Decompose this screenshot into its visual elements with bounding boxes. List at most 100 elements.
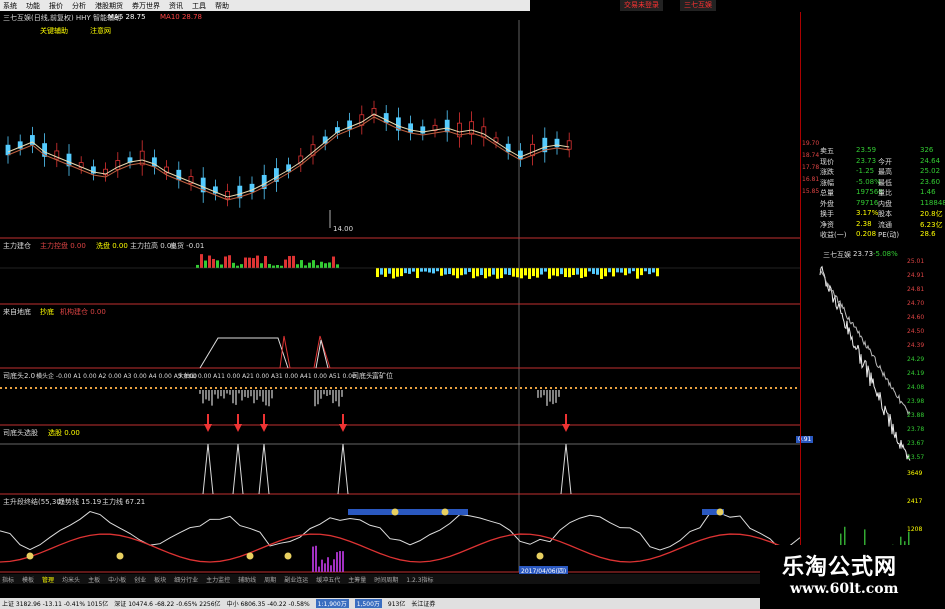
capital-bar <box>532 268 535 277</box>
quote-k: 净资 <box>820 220 834 229</box>
capital-bar <box>568 268 571 278</box>
candle-body <box>225 190 231 200</box>
intraday-price-tick: 23.78 <box>907 426 925 433</box>
quote-k: 外盘 <box>820 199 834 208</box>
signal-arrows <box>204 414 570 432</box>
capital-bar <box>644 268 647 272</box>
indicator-tab[interactable]: 板块 <box>154 575 166 584</box>
capital-bar <box>300 260 303 268</box>
indicator-tab[interactable]: 辅助线 <box>238 575 256 584</box>
capital-bar <box>212 258 215 268</box>
capital-bar <box>408 268 411 274</box>
intraday-price-tick: 23.67 <box>907 440 925 447</box>
capital-bar <box>288 256 291 268</box>
purple-bar <box>327 557 329 572</box>
arrow-head <box>260 424 268 432</box>
indicator-tab[interactable]: 时间周期 <box>374 575 398 584</box>
indicator-tab[interactable]: 指标 <box>2 575 14 584</box>
indicator-tab[interactable]: 创业 <box>134 575 146 584</box>
capital-bar <box>316 265 319 268</box>
quote-n: 23.60 <box>920 177 941 186</box>
capital-bar <box>384 268 387 277</box>
quote-k: 收益(一) <box>820 231 847 239</box>
capital-bar <box>208 255 211 268</box>
p4-params2: 大抽山 0.00 A11 0.00 A21 0.00 A31 0.00 A41 … <box>178 373 356 380</box>
capital-bar <box>588 268 591 272</box>
capital-bar <box>480 268 483 275</box>
quote-k: 卖五 <box>820 147 834 155</box>
quote-k: 涨跌 <box>820 168 834 176</box>
capital-bar <box>604 268 607 277</box>
indicator-tab[interactable]: 缓冲五代 <box>316 575 340 584</box>
quote-v2: 流通 <box>878 220 892 229</box>
intraday-price-tick: 24.81 <box>907 286 925 293</box>
capital-bar <box>552 268 555 276</box>
p3-bottom: 抄底 <box>40 308 54 316</box>
watermark-cn: 乐淘公式网 <box>782 554 898 580</box>
capital-bar <box>260 263 263 268</box>
capital-bar <box>388 268 391 274</box>
quote-v: 3.17% <box>856 209 879 217</box>
indicator-tab[interactable]: 管理 <box>42 575 54 584</box>
capital-bar <box>592 268 595 274</box>
capital-bar <box>396 268 399 277</box>
capital-bar <box>556 268 559 277</box>
capital-bar <box>424 268 427 272</box>
indicator-tab[interactable]: 主板 <box>88 575 100 584</box>
quote-k: 换手 <box>820 210 834 218</box>
intraday-price-tick: 24.91 <box>907 272 925 279</box>
capital-bar <box>612 268 615 277</box>
quote-k: 总量 <box>820 189 834 197</box>
p2-wash: 洗盘 0.00 <box>96 242 128 250</box>
intraday-price-tick: 24.19 <box>907 370 925 377</box>
quote-n: 25.02 <box>920 167 941 175</box>
capital-bar <box>648 268 651 275</box>
capital-bar <box>308 262 311 268</box>
quote-v: 23.73 <box>856 156 877 165</box>
capital-bar <box>448 268 451 275</box>
indicator-tab[interactable]: 均米头 <box>62 575 80 584</box>
capital-bar <box>528 268 531 279</box>
sz-index[interactable]: 深证 10474.6 -68.22 -0.65% 2256亿 <box>114 599 220 608</box>
capital-bar <box>628 268 631 274</box>
capital-bar <box>580 268 583 279</box>
indicator-tab[interactable]: 模板 <box>22 575 34 584</box>
quote-v2: PE(动) <box>878 231 900 239</box>
candle-body <box>5 144 11 156</box>
indicator-tab[interactable]: 主力监控 <box>206 575 230 584</box>
indicator-tab[interactable]: 主筹量 <box>348 575 366 584</box>
intraday-avg-line <box>819 269 911 416</box>
purple-bar <box>339 551 341 572</box>
indicator-tab[interactable]: 中小板 <box>108 575 126 584</box>
capital-bar <box>220 264 223 268</box>
capital-bar <box>436 268 439 272</box>
capital-bar <box>268 263 271 268</box>
quote-v2: 股本 <box>878 210 892 218</box>
capital-bar <box>488 268 491 277</box>
purple-bar <box>330 565 332 572</box>
capital-bars <box>196 254 659 279</box>
indicator-tab[interactable]: 细分行业 <box>174 575 198 584</box>
p3-title: 来自地底 <box>3 308 31 316</box>
sme-index[interactable]: 中小 6806.35 -40.22 -0.58% <box>227 599 310 608</box>
capital-bar <box>516 268 519 278</box>
indicator-tab[interactable]: 1.2.3指标 <box>406 575 433 584</box>
quote-v2: 最低 <box>878 178 892 187</box>
capital-bar <box>632 268 635 272</box>
candle-body <box>481 126 487 138</box>
indicator-tab[interactable]: 周期 <box>264 575 276 584</box>
indicator-tab[interactable]: 副业连运 <box>284 575 308 584</box>
main-chart-svg[interactable] <box>0 0 800 598</box>
capital-bar <box>460 268 463 276</box>
sh-index[interactable]: 上证 3182.96 -13.11 -0.41% 1015亿 <box>2 599 108 608</box>
purple-bar <box>315 545 317 572</box>
coin-marker <box>391 508 399 516</box>
capital-bar <box>272 265 275 268</box>
candle-body <box>566 140 572 150</box>
quote-n: 1.46 <box>920 188 936 196</box>
capital-bar <box>252 258 255 268</box>
p2-raise: 主力拉高 0.00 <box>130 242 176 250</box>
capital-bar <box>336 264 339 268</box>
capital-bar <box>504 268 507 275</box>
quote-v2: 最高 <box>878 168 892 176</box>
